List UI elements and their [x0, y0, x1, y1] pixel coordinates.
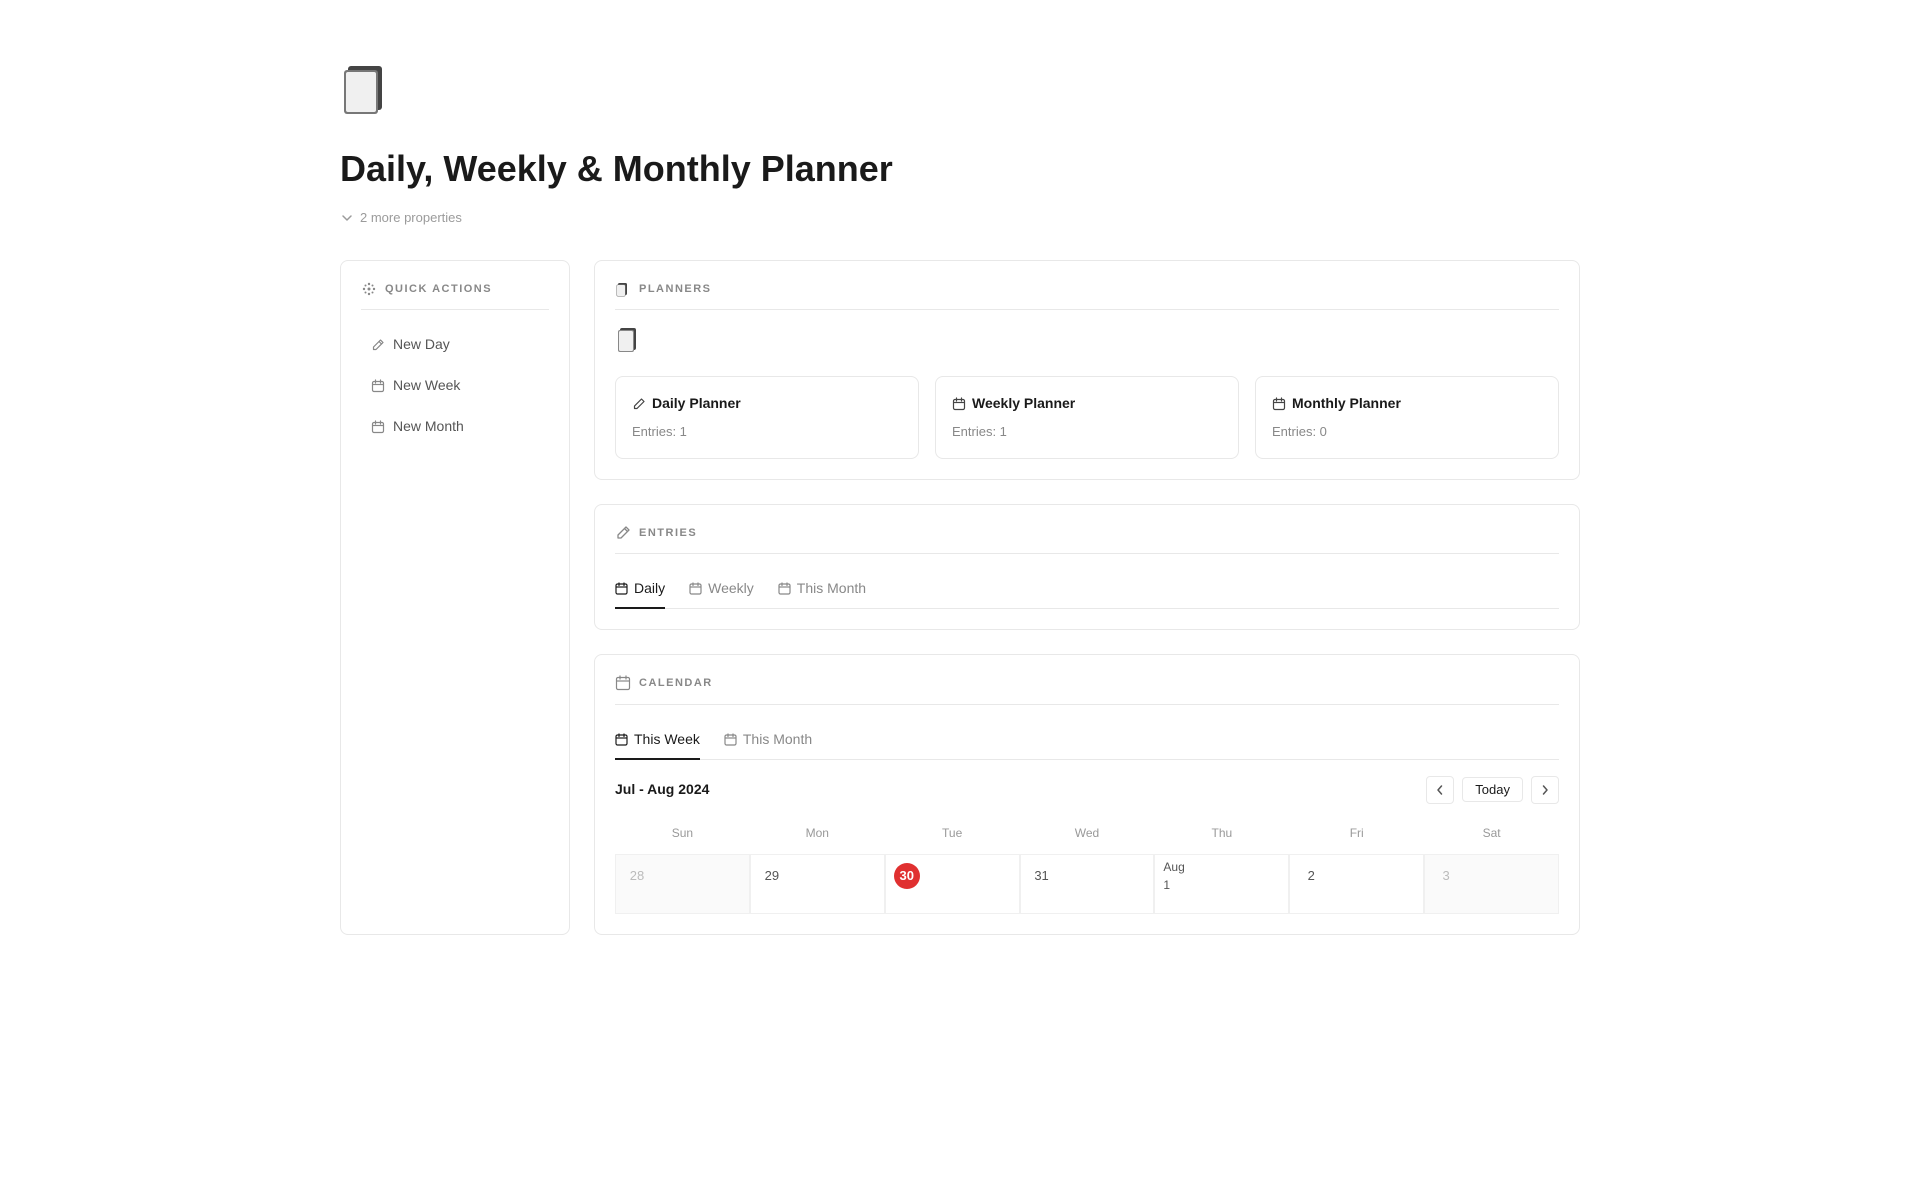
entries-tab-this-month[interactable]: This Month: [778, 570, 866, 609]
entries-header: ENTRIES: [615, 525, 1559, 555]
calendar-tabs: This Week This Month: [615, 721, 1559, 760]
day-header-mon: Mon: [750, 820, 885, 846]
new-month-button[interactable]: New Month: [361, 408, 549, 445]
calendar-next-btn[interactable]: [1531, 776, 1559, 804]
daily-planner-icon: [632, 397, 646, 411]
entries-card: ENTRIES Daily: [594, 504, 1580, 631]
planners-grid: Daily Planner Entries: 1 Weekly Pl: [615, 376, 1559, 459]
day-number-30: 30: [894, 863, 920, 889]
new-day-button[interactable]: New Day: [361, 326, 549, 363]
pencil-icon: [371, 338, 385, 352]
planners-header: PLANNERS: [615, 281, 1559, 311]
calendar-header-label: CALENDAR: [615, 675, 1559, 705]
calendar-navigation: Today: [1426, 776, 1559, 804]
calendar-cell-30-today[interactable]: 30: [885, 854, 1020, 914]
day-header-wed: Wed: [1020, 820, 1155, 846]
quick-actions-list: New Day New Week: [361, 326, 549, 445]
calendar-tab-week-icon: [615, 733, 628, 746]
calendar-cell-28[interactable]: 28: [615, 854, 750, 914]
day-number-29: 29: [759, 863, 785, 889]
calendar-today-btn[interactable]: Today: [1462, 777, 1523, 802]
day-header-thu: Thu: [1154, 820, 1289, 846]
calendar-nav-bar: Jul - Aug 2024 Today: [615, 776, 1559, 804]
entries-tab-weekly[interactable]: Weekly: [689, 570, 754, 609]
day-header-fri: Fri: [1289, 820, 1424, 846]
calendar-prev-btn[interactable]: [1426, 776, 1454, 804]
new-week-button[interactable]: New Week: [361, 367, 549, 404]
day-header-tue: Tue: [885, 820, 1020, 846]
calendar-tab-month-icon: [724, 733, 737, 746]
day-number-28: 28: [624, 863, 650, 889]
day-number-31: 31: [1029, 863, 1055, 889]
planners-icon: [615, 281, 631, 297]
day-number-aug1: Aug 1: [1163, 863, 1189, 889]
calendar-tab-this-month[interactable]: This Month: [724, 721, 812, 760]
calendar-cell-aug1[interactable]: Aug 1: [1154, 854, 1289, 914]
monthly-planner-card[interactable]: Monthly Planner Entries: 0: [1255, 376, 1559, 459]
quick-actions-card: QUICK ACTIONS New Day: [340, 260, 570, 935]
chevron-down-icon: [340, 211, 354, 225]
day-header-sat: Sat: [1424, 820, 1559, 846]
monthly-planner-icon: [1272, 397, 1286, 411]
monthly-planner-entries: Entries: 0: [1272, 422, 1542, 442]
entries-icon: [615, 525, 631, 541]
notebook-icon: [615, 326, 643, 354]
entries-tab-weekly-icon: [689, 582, 702, 595]
calendar-week-icon: [371, 379, 385, 393]
page-title: Daily, Weekly & Monthly Planner: [340, 142, 1580, 196]
entries-tab-daily-icon: [615, 582, 628, 595]
calendar-month-icon: [371, 420, 385, 434]
day-header-sun: Sun: [615, 820, 750, 846]
quick-actions-header: QUICK ACTIONS: [361, 281, 549, 311]
more-properties[interactable]: 2 more properties: [340, 208, 1580, 228]
entries-tab-month-icon: [778, 582, 791, 595]
weekly-planner-card[interactable]: Weekly Planner Entries: 1: [935, 376, 1239, 459]
chevron-right-icon: [1539, 784, 1551, 796]
daily-planner-card[interactable]: Daily Planner Entries: 1: [615, 376, 919, 459]
calendar-week-row: 28 29 30 31: [615, 854, 1559, 914]
daily-planner-entries: Entries: 1: [632, 422, 902, 442]
planner-icon-row: [615, 326, 1559, 360]
entries-tabs: Daily Weekly: [615, 570, 1559, 609]
calendar-cell-2[interactable]: 2: [1289, 854, 1424, 914]
calendar-icon: [615, 675, 631, 691]
day-number-3: 3: [1433, 863, 1459, 889]
calendar-day-headers: Sun Mon Tue Wed Thu Fri Sat: [615, 820, 1559, 846]
quick-actions-icon: [361, 281, 377, 297]
calendar-cell-31[interactable]: 31: [1020, 854, 1155, 914]
calendar-cell-3[interactable]: 3: [1424, 854, 1559, 914]
day-number-2: 2: [1298, 863, 1324, 889]
calendar-month-label: Jul - Aug 2024: [615, 779, 709, 800]
calendar-cell-29[interactable]: 29: [750, 854, 885, 914]
chevron-left-icon: [1434, 784, 1446, 796]
calendar-card: CALENDAR This Week: [594, 654, 1580, 935]
weekly-planner-entries: Entries: 1: [952, 422, 1222, 442]
calendar-tab-this-week[interactable]: This Week: [615, 721, 700, 760]
planners-card: PLANNERS: [594, 260, 1580, 480]
calendar-grid: Sun Mon Tue Wed Thu Fri Sat 28: [615, 820, 1559, 914]
page-icon: [340, 60, 1580, 126]
weekly-planner-icon: [952, 397, 966, 411]
entries-tab-daily[interactable]: Daily: [615, 570, 665, 609]
